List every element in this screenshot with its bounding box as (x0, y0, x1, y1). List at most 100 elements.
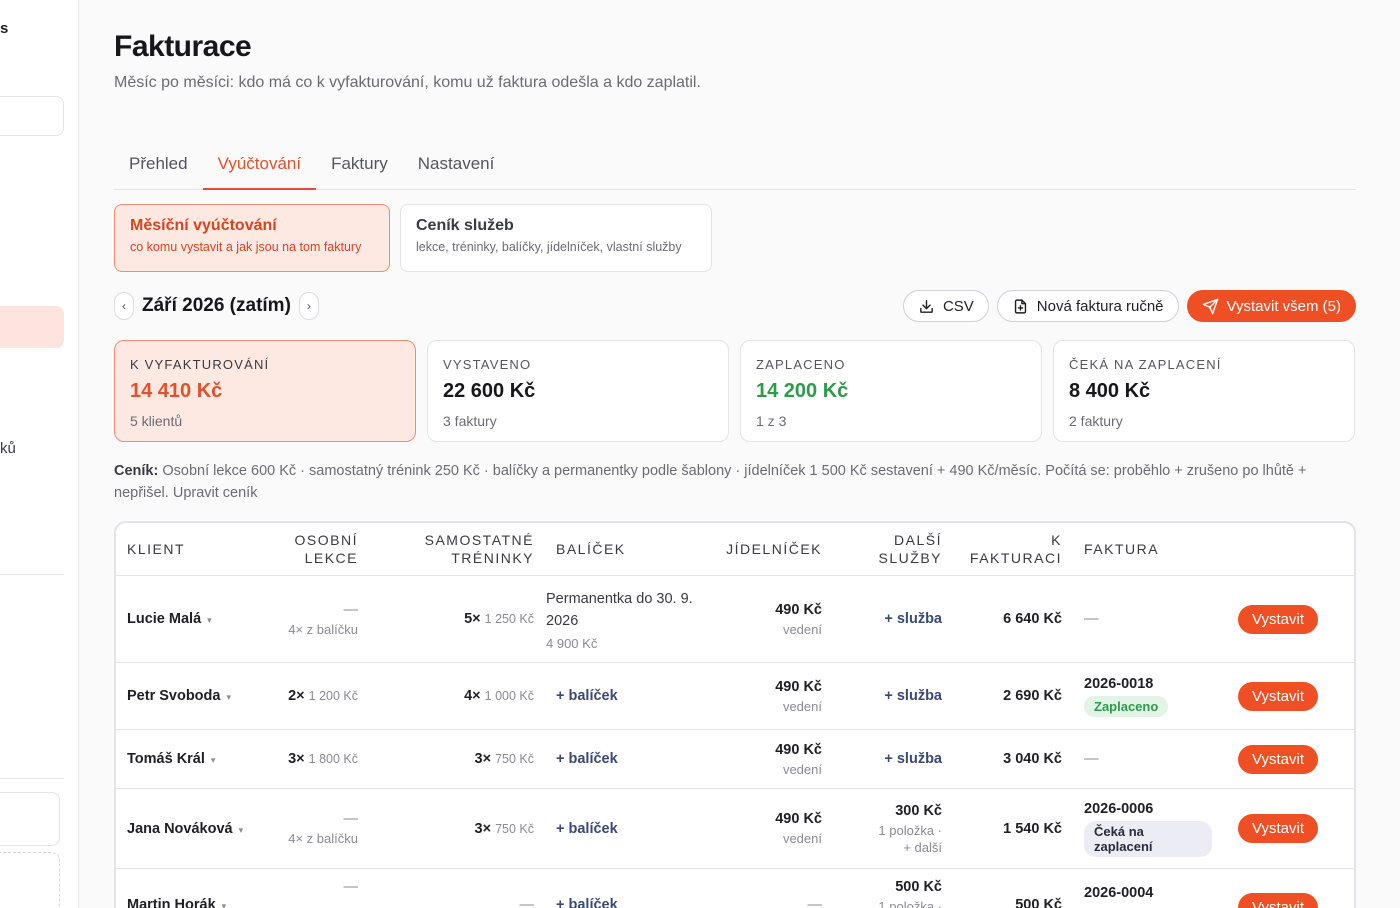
csv-button[interactable]: CSV (902, 290, 989, 322)
tab-nastaveni[interactable]: Nastavení (403, 142, 510, 190)
jidelnicek-cell: 490 Kč vedení (704, 742, 822, 777)
status-badge: Čeká na zaplacení (1084, 820, 1212, 857)
mode-price-list[interactable]: Ceník služeb lekce, tréninky, balíčky, j… (400, 204, 712, 272)
download-icon (918, 298, 935, 315)
col-label: OSOBNÍ (294, 532, 358, 548)
table-row: Jana Nováková ▾ — 4× z balíčku 3× 750 Kč +… (116, 789, 1354, 869)
col-klient: KLIENT (127, 541, 186, 557)
col-label: SLUŽBY (878, 550, 942, 566)
tab-faktury[interactable]: Faktury (316, 142, 403, 190)
balicek-cell: + balíček (534, 821, 704, 837)
total-amount: 3 040 Kč (1003, 751, 1062, 767)
client-name[interactable]: Martin Horák (127, 897, 216, 908)
client-name[interactable]: Petr Svoboda (127, 688, 220, 704)
col-label: LEKCE (304, 550, 358, 566)
new-invoice-manual-button[interactable]: Nová faktura ručně (996, 290, 1179, 322)
add-service-link[interactable]: + služba (884, 688, 942, 704)
col-label: K (1051, 532, 1062, 548)
caret-down-icon[interactable]: ▾ (222, 901, 227, 908)
action-cell: Vystavit (1212, 744, 1318, 774)
stat-to-invoice[interactable]: K VYFAKTUROVÁNÍ 14 410 Kč 5 klientů (114, 340, 416, 442)
page-subtitle: Měsíc po měsíci: kdo má co k vyfakturová… (114, 74, 701, 91)
dalsi-more[interactable]: + další (822, 840, 942, 855)
stat-label: ZAPLACENO (756, 357, 846, 372)
col-label: TRÉNINKY (451, 550, 534, 566)
client-cell: Martin Horák ▾ (116, 879, 266, 908)
stat-paid[interactable]: ZAPLACENO 14 200 Kč 1 z 3 (740, 340, 1042, 442)
sidebar-item-fragment[interactable]: ků (0, 440, 16, 457)
mode-monthly-billing[interactable]: Měsíční vyúčtování co komu vystavit a ja… (114, 204, 390, 272)
mode-desc: co komu vystavit a jak jsou na tom faktu… (130, 240, 362, 254)
col-faktura: FAKTURA (1084, 541, 1160, 557)
dalsi-cell: 500 Kč 1 položka · (822, 879, 942, 908)
stat-label: K VYFAKTUROVÁNÍ (130, 357, 270, 372)
month-label: Září 2026 (zatím) (142, 295, 291, 316)
osobni-sub: 4× z balíčku (288, 831, 358, 846)
package-price: 4 900 Kč (546, 635, 598, 651)
invoice-cell: — (1062, 611, 1212, 627)
price-note-text: Osobní lekce 600 Kč · samostatný trénink… (114, 463, 1307, 501)
osobni-cell: — 4× z balíčku (266, 602, 358, 637)
issue-button[interactable]: Vystavit (1238, 744, 1318, 774)
issue-button[interactable]: Vystavit (1238, 893, 1318, 908)
jid-value: — (807, 897, 823, 908)
sidebar-brand-fragment: s (0, 20, 9, 37)
add-service-link[interactable]: + služba (884, 611, 942, 627)
add-package-link[interactable]: + balíček (556, 751, 618, 767)
balicek-cell: + balíček (534, 879, 704, 908)
sidebar-dashed-card[interactable] (0, 852, 60, 908)
edit-price-list-link[interactable]: Upravit ceník (173, 485, 258, 501)
dalsi-cell: + služba (822, 611, 942, 627)
status-badge: Zaplaceno (1084, 695, 1169, 717)
sam-cell: 3× 750 Kč (358, 821, 534, 837)
stat-value: 14 410 Kč (130, 380, 223, 402)
sidebar-item-active[interactable] (0, 306, 64, 348)
add-package-link[interactable]: + balíček (556, 897, 618, 908)
sam-amount: 1 000 Kč (484, 689, 534, 703)
caret-down-icon[interactable]: ▾ (207, 615, 212, 625)
chevron-left-icon[interactable]: ‹ (114, 292, 134, 320)
tab-vyuctovani[interactable]: Vyúčtování (202, 142, 317, 190)
dalsi-cell: + služba (822, 688, 942, 704)
invoice-number[interactable]: 2026-0004 (1084, 885, 1212, 901)
invoice-cell: 2026-0018 Zaplaceno (1062, 676, 1212, 717)
issue-button[interactable]: Vystavit (1238, 604, 1318, 634)
sidebar-search-box[interactable] (0, 96, 64, 136)
balicek-cell: + balíček (534, 751, 704, 767)
toolbar-actions: CSV Nová faktura ručně Vystavit všem (5) (902, 290, 1356, 322)
package-name: Permanentka do 30. 9. 2026 (546, 590, 693, 629)
client-name[interactable]: Lucie Malá (127, 611, 201, 627)
caret-down-icon[interactable]: ▾ (211, 755, 216, 765)
invoice-number[interactable]: 2026-0006 (1084, 801, 1212, 817)
stat-label: VYSTAVENO (443, 357, 532, 372)
stat-issued[interactable]: VYSTAVENO 22 600 Kč 3 faktury (427, 340, 729, 442)
sam-count: 4× (464, 688, 481, 704)
add-service-link[interactable]: + služba (884, 751, 942, 767)
osobni-value: — (343, 879, 359, 895)
sidebar-card[interactable] (0, 792, 60, 846)
jidelnicek-cell: 490 Kč vedení (704, 679, 822, 714)
total-amount: 1 540 Kč (1003, 820, 1062, 837)
caret-down-icon[interactable]: ▾ (226, 692, 231, 702)
month-selector: ‹ Září 2026 (zatím) › (114, 290, 319, 322)
client-name[interactable]: Jana Nováková (127, 821, 233, 837)
stat-note: 5 klientů (130, 413, 183, 429)
stat-awaiting-payment[interactable]: ČEKÁ NA ZAPLACENÍ 8 400 Kč 2 faktury (1053, 340, 1355, 442)
action-cell: Vystavit (1212, 814, 1318, 843)
table-row: Lucie Malá ▾ — 4× z balíčku 5× 1 250 Kč Pe… (116, 576, 1354, 663)
issue-button[interactable]: Vystavit (1238, 814, 1318, 843)
issue-button[interactable]: Vystavit (1238, 681, 1318, 711)
sam-count: 3× (474, 820, 492, 837)
tab-prehled[interactable]: Přehled (114, 142, 203, 190)
issue-all-button[interactable]: Vystavit všem (5) (1186, 290, 1356, 322)
add-package-link[interactable]: + balíček (556, 821, 618, 837)
chevron-right-icon[interactable]: › (298, 292, 319, 320)
invoice-number[interactable]: 2026-0018 (1084, 676, 1212, 692)
stat-value: 8 400 Kč (1069, 380, 1151, 402)
caret-down-icon[interactable]: ▾ (239, 825, 244, 835)
client-name[interactable]: Tomáš Král (127, 751, 205, 767)
osobni-value: — (343, 601, 359, 618)
osobni-cell: 2× 1 200 Kč (266, 688, 358, 704)
add-package-link[interactable]: + balíček (556, 688, 618, 704)
client-cell: Lucie Malá ▾ (116, 611, 266, 627)
